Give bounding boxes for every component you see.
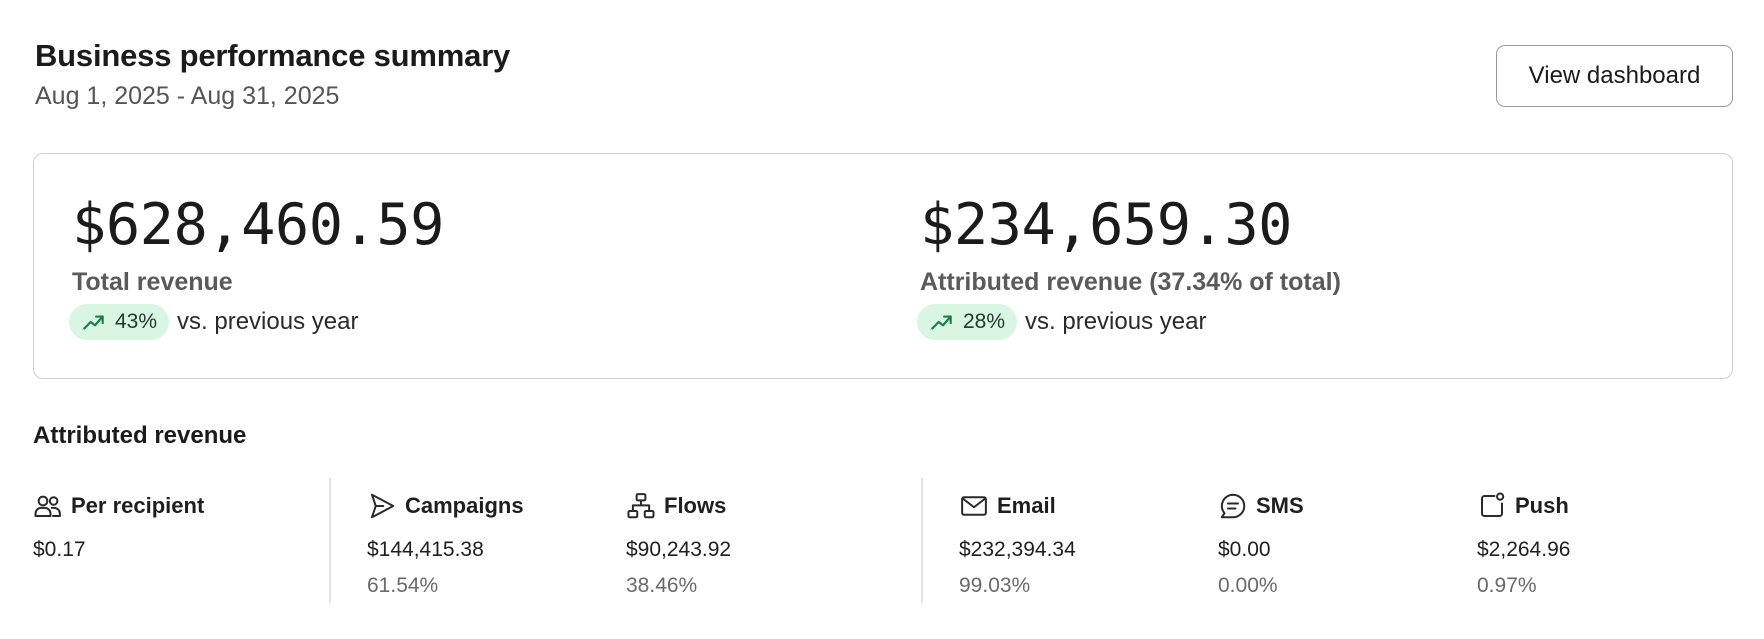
total-revenue-label: Total revenue — [72, 268, 233, 296]
stat-name: Push — [1515, 493, 1569, 518]
stat-value: $0.17 — [33, 538, 86, 561]
page-title: Business performance summary — [35, 38, 511, 73]
trend-badge: 28% — [917, 304, 1018, 340]
stat-name: Flows — [664, 493, 727, 518]
total-revenue-value: $628,460.59 — [72, 192, 445, 258]
stat-percent: 0.97% — [1477, 574, 1537, 597]
stat-value: $144,415.38 — [367, 538, 484, 561]
attributed-revenue-value: $234,659.30 — [920, 192, 1293, 258]
total-revenue-trend: 43% vs. previous year — [69, 304, 358, 340]
send-icon — [371, 493, 395, 519]
business-performance-page: Business performance summary Aug 1, 2025… — [0, 0, 1764, 639]
stat-value: $90,243.92 — [626, 538, 732, 561]
push-icon — [1481, 492, 1505, 517]
trend-text: vs. previous year — [177, 308, 359, 335]
stat-percent: 99.03% — [959, 574, 1031, 597]
trend-percent: 43% — [115, 310, 158, 333]
mail-icon — [961, 496, 987, 516]
view-dashboard-button[interactable]: View dashboard — [1496, 45, 1733, 107]
stat-email: Email $232,394.34 99.03% — [959, 490, 1076, 597]
stat-name: Per recipient — [71, 493, 205, 518]
stat-percent: 0.00% — [1218, 574, 1278, 597]
divider — [329, 478, 331, 603]
stat-name: Email — [997, 493, 1056, 518]
stat-percent: 61.54% — [367, 574, 439, 597]
divider — [921, 478, 923, 603]
trend-percent: 28% — [963, 310, 1006, 333]
users-icon — [34, 495, 61, 517]
stat-per-recipient: Per recipient $0.17 — [33, 490, 205, 561]
attributed-revenue-heading: Attributed revenue — [33, 422, 247, 449]
stat-name: SMS — [1256, 493, 1304, 518]
attributed-revenue-trend: 28% vs. previous year — [917, 304, 1206, 340]
trend-up-icon — [931, 315, 952, 330]
trend-badge: 43% — [69, 304, 170, 340]
sms-icon — [1220, 493, 1246, 519]
date-range: Aug 1, 2025 - Aug 31, 2025 — [35, 82, 340, 110]
trend-up-icon — [83, 315, 104, 330]
trend-text: vs. previous year — [1025, 308, 1207, 335]
revenue-summary-card: $628,460.59 Total revenue 43% vs. previo… — [33, 153, 1733, 379]
flow-icon — [627, 493, 655, 519]
stat-name: Campaigns — [405, 493, 524, 518]
stat-value: $2,264.96 — [1477, 538, 1571, 561]
stat-sms: SMS $0.00 0.00% — [1218, 490, 1304, 597]
stat-percent: 38.46% — [626, 574, 698, 597]
stat-flows: Flows $90,243.92 38.46% — [626, 490, 731, 597]
stat-push: Push $2,264.96 0.97% — [1477, 490, 1570, 597]
stat-campaigns: Campaigns $144,415.38 61.54% — [367, 490, 524, 597]
attributed-revenue-label: Attributed revenue (37.34% of total) — [920, 268, 1341, 296]
stat-value: $0.00 — [1218, 538, 1271, 561]
stat-value: $232,394.34 — [959, 538, 1076, 561]
